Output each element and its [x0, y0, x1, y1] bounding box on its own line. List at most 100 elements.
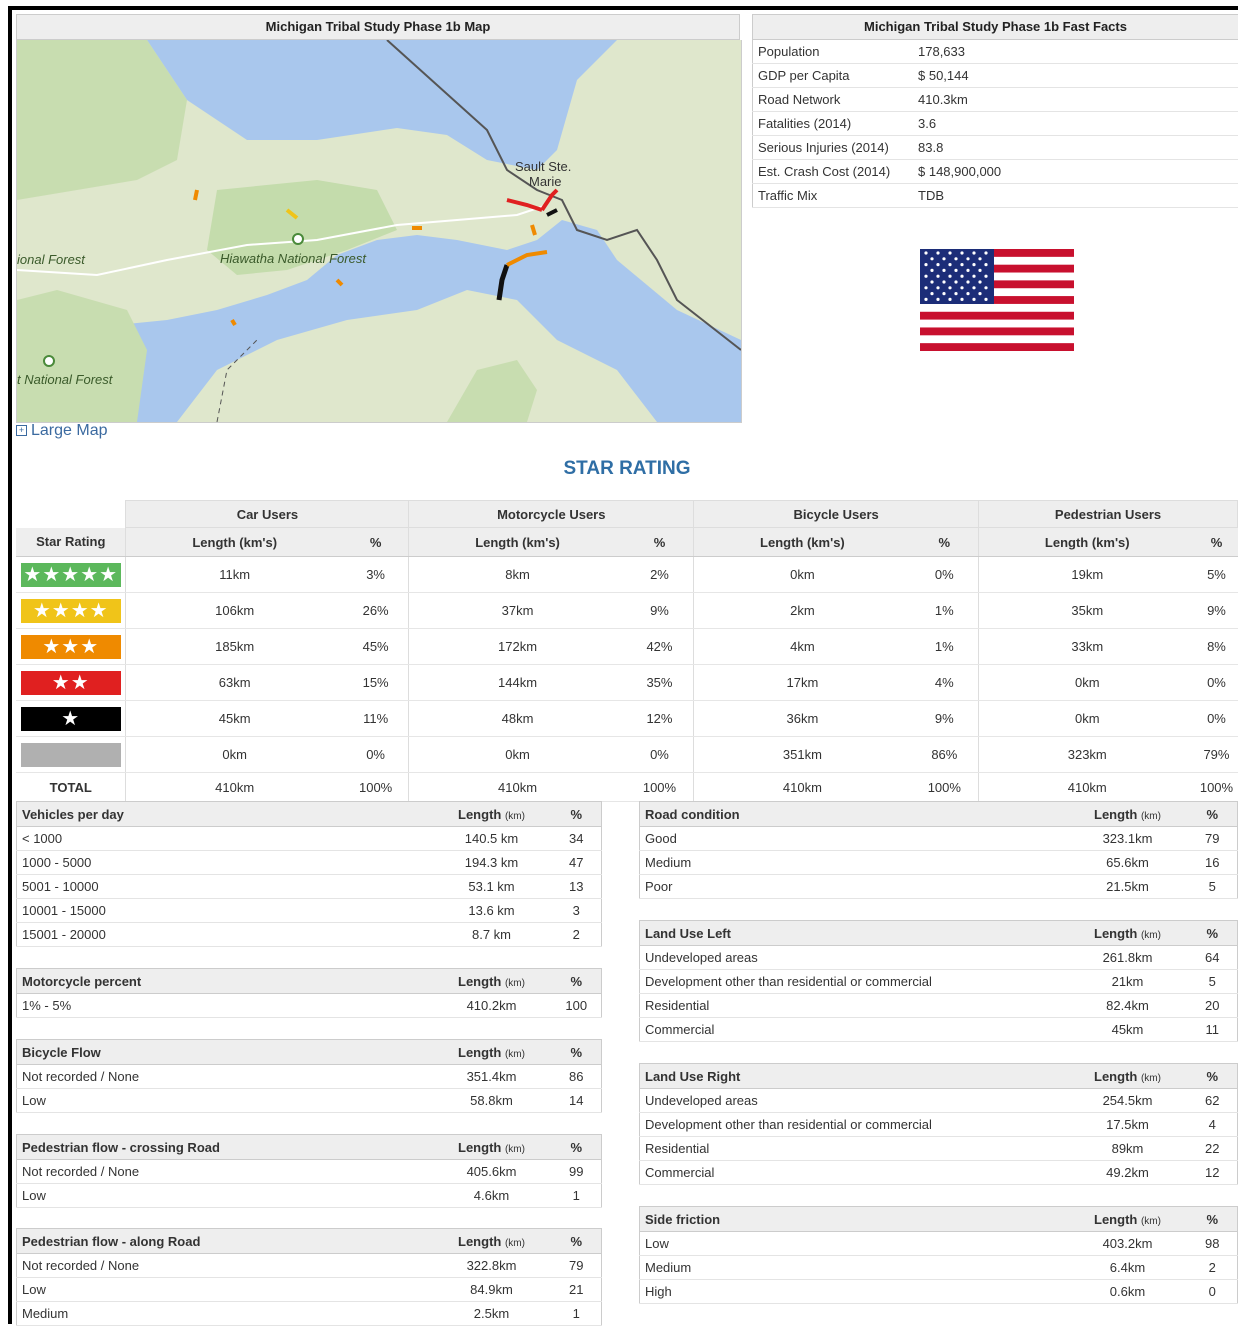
fact-label: Fatalities (2014)	[753, 112, 914, 136]
road-condition-table: Road conditionLength (km)%Good323.1km79M…	[639, 801, 1238, 899]
map-view[interactable]: Sault Ste. Marie ional Forest Hiawatha N…	[16, 40, 742, 423]
col-length: Length (km's)	[694, 528, 911, 557]
total-cell: 100%	[626, 773, 694, 802]
attribute-row: Low58.8km14	[17, 1089, 602, 1113]
col-percent: %	[911, 528, 979, 557]
length-header: Length (km)	[432, 969, 552, 994]
attribute-label: Commercial	[640, 1018, 1068, 1042]
fact-value: $ 50,144	[913, 64, 1238, 88]
fact-row: Road Network410.3km	[753, 88, 1238, 112]
attribute-percent: 34	[552, 827, 602, 851]
length-cell: 2km	[694, 593, 911, 629]
percent-cell: 2%	[626, 557, 694, 593]
section-title: Pedestrian flow - along Road	[17, 1229, 432, 1254]
attribute-row: Commercial49.2km12	[640, 1161, 1238, 1185]
attribute-percent: 2	[552, 923, 602, 947]
attribute-percent: 62	[1188, 1089, 1238, 1113]
attribute-label: Low	[17, 1089, 432, 1113]
attribute-label: Low	[17, 1278, 432, 1302]
attribute-percent: 3	[552, 899, 602, 923]
attribute-label: Residential	[640, 994, 1068, 1018]
fact-value: TDB	[913, 184, 1238, 208]
map-label-hiawatha: Hiawatha National Forest	[220, 251, 367, 266]
attribute-percent: 4	[1188, 1113, 1238, 1137]
side-friction-table: Side frictionLength (km)%Low403.2km98Med…	[639, 1206, 1238, 1304]
large-map-link[interactable]: +Large Map	[16, 422, 108, 440]
percent-cell: 0%	[343, 737, 409, 773]
attribute-row: < 1000140.5 km34	[17, 827, 602, 851]
percent-cell: 0%	[1195, 701, 1237, 737]
land-use-right-table: Land Use RightLength (km)%Undeveloped ar…	[639, 1063, 1238, 1185]
attribute-percent: 13	[552, 875, 602, 899]
attribute-length: 323.1km	[1068, 827, 1188, 851]
length-cell: 48km	[409, 701, 626, 737]
star-badge-icon: ★	[21, 707, 121, 731]
fact-label: Serious Injuries (2014)	[753, 136, 914, 160]
attribute-row: Low84.9km21	[17, 1278, 602, 1302]
attribute-row: 1000 - 5000194.3 km47	[17, 851, 602, 875]
vehicles-per-day-table: Vehicles per dayLength (km)%< 1000140.5 …	[16, 801, 602, 947]
percent-header: %	[1188, 921, 1238, 946]
star-rating-row: ★★★★★11km3%8km2%0km0%19km5%	[16, 557, 1238, 593]
length-header: Length (km)	[432, 1229, 552, 1254]
bicycle-flow-table: Bicycle FlowLength (km)%Not recorded / N…	[16, 1039, 602, 1113]
map-title: Michigan Tribal Study Phase 1b Map	[16, 14, 740, 40]
col-length: Length (km's)	[126, 528, 343, 557]
percent-cell: 26%	[343, 593, 409, 629]
attribute-row: Medium6.4km2	[640, 1256, 1238, 1280]
star-rating-row: ★45km11%48km12%36km9%0km0%	[16, 701, 1238, 737]
attribute-length: 410.2km	[432, 994, 552, 1018]
attribute-label: Good	[640, 827, 1068, 851]
attribute-percent: 16	[1188, 851, 1238, 875]
length-header: Length (km)	[432, 802, 552, 827]
section-title: Side friction	[640, 1207, 1068, 1232]
attribute-row: Development other than residential or co…	[640, 970, 1238, 994]
attribute-percent: 2	[1188, 1256, 1238, 1280]
expand-icon: +	[16, 425, 27, 436]
length-header: Length (km)	[1068, 1064, 1188, 1089]
length-cell: 17km	[694, 665, 911, 701]
attribute-label: Commercial	[640, 1161, 1068, 1185]
attribute-label: Not recorded / None	[17, 1254, 432, 1278]
percent-cell: 15%	[343, 665, 409, 701]
fact-row: Est. Crash Cost (2014)$ 148,900,000	[753, 160, 1238, 184]
page-frame-left	[8, 6, 12, 1324]
attribute-row: 15001 - 200008.7 km2	[17, 923, 602, 947]
star-rating-row: ★★★★106km26%37km9%2km1%35km9%	[16, 593, 1238, 629]
total-cell: 100%	[343, 773, 409, 802]
attribute-percent: 11	[1188, 1018, 1238, 1042]
attribute-percent: 1	[552, 1302, 602, 1326]
col-length: Length (km's)	[409, 528, 626, 557]
attribute-percent: 1	[552, 1184, 602, 1208]
percent-cell: 0%	[626, 737, 694, 773]
attribute-percent: 5	[1188, 875, 1238, 899]
attribute-label: Residential	[640, 1137, 1068, 1161]
attribute-row: Development other than residential or co…	[640, 1113, 1238, 1137]
fact-row: GDP per Capita$ 50,144	[753, 64, 1238, 88]
attribute-row: Not recorded / None351.4km86	[17, 1065, 602, 1089]
percent-cell: 45%	[343, 629, 409, 665]
map-label-city: Sault Ste.	[515, 159, 571, 174]
length-cell: 33km	[979, 629, 1196, 665]
percent-header: %	[1188, 1207, 1238, 1232]
fact-row: Serious Injuries (2014)83.8	[753, 136, 1238, 160]
length-cell: 63km	[126, 665, 343, 701]
attribute-length: 45km	[1068, 1018, 1188, 1042]
percent-header: %	[552, 969, 602, 994]
length-cell: 172km	[409, 629, 626, 665]
percent-cell: 8%	[1195, 629, 1237, 665]
col-length: Length (km's)	[979, 528, 1196, 557]
length-cell: 0km	[409, 737, 626, 773]
attribute-label: < 1000	[17, 827, 432, 851]
group-motorcycle-users: Motorcycle Users	[409, 501, 694, 528]
attribute-label: Low	[17, 1184, 432, 1208]
length-cell: 11km	[126, 557, 343, 593]
percent-cell: 35%	[626, 665, 694, 701]
percent-cell: 79%	[1195, 737, 1237, 773]
percent-cell: 0%	[911, 557, 979, 593]
attribute-length: 0.6km	[1068, 1280, 1188, 1304]
percent-cell: 12%	[626, 701, 694, 737]
attribute-length: 13.6 km	[432, 899, 552, 923]
attribute-percent: 98	[1188, 1232, 1238, 1256]
percent-header: %	[552, 1040, 602, 1065]
